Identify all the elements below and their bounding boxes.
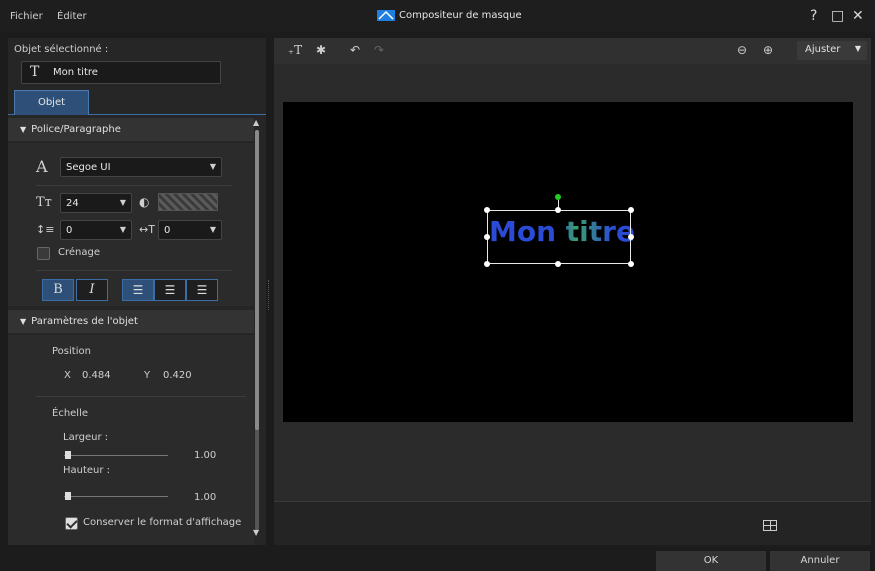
section-object-title: Paramètres de l'objet — [31, 316, 138, 327]
maximize-icon[interactable]: □ — [831, 6, 844, 26]
menu-editer[interactable]: Éditer — [57, 11, 87, 22]
position-x-label: X — [64, 370, 71, 381]
resize-handle-l[interactable] — [484, 234, 490, 240]
align-center-button[interactable]: ☰ — [154, 279, 186, 301]
bold-button[interactable]: B — [42, 279, 74, 301]
char-spacing-dropdown[interactable]: 0 ▼ — [158, 220, 222, 240]
height-label: Hauteur : — [63, 465, 111, 476]
zoom-dropdown[interactable]: Ajuster ▼ — [797, 41, 867, 60]
window-title: Compositeur de masque — [377, 10, 522, 21]
width-slider-thumb[interactable] — [65, 451, 71, 459]
scroll-up-icon[interactable]: ▲ — [253, 118, 259, 127]
redo-icon[interactable]: ↷ — [368, 40, 390, 60]
zoom-in-icon[interactable]: ⊕ — [757, 40, 779, 60]
kerning-label: Crénage — [58, 247, 100, 258]
menu-fichier[interactable]: Fichier — [10, 11, 43, 22]
section-object-body: Position X 0.484 Y 0.420 Échelle Largeur… — [8, 335, 254, 545]
keep-ratio-label: Conserver le format d'affichage — [83, 517, 242, 528]
undo-icon[interactable]: ↶ — [344, 40, 366, 60]
collapse-caret-icon: ▼ — [20, 125, 27, 134]
selected-object-value: Mon titre — [53, 67, 98, 78]
collapse-caret-icon: ▼ — [20, 317, 27, 326]
chevron-down-icon: ▼ — [119, 225, 126, 234]
selection-box[interactable] — [487, 210, 631, 264]
line-spacing-dropdown[interactable]: 0 ▼ — [60, 220, 132, 240]
section-font-body: A Segoe UI ▼ Tт 24 ▼ ◐ ↕≡ 0 ▼ ↔T 0 ▼ Cré… — [8, 143, 254, 306]
keep-ratio-checkbox[interactable] — [65, 517, 78, 530]
chevron-down-icon: ▼ — [119, 198, 126, 207]
font-family-icon: A — [36, 157, 48, 176]
scroll-down-icon[interactable]: ▼ — [253, 528, 259, 537]
text-object-icon: T — [30, 64, 40, 80]
resize-handle-tl[interactable] — [484, 207, 490, 213]
font-size-dropdown[interactable]: 24 ▼ — [60, 193, 132, 213]
add-text-icon[interactable]: ₊T — [284, 40, 306, 60]
height-slider-thumb[interactable] — [65, 492, 71, 500]
scale-label: Échelle — [52, 408, 89, 419]
window-title-text: Compositeur de masque — [399, 10, 522, 21]
app-logo-icon — [377, 10, 395, 21]
cancel-button[interactable]: Annuler — [770, 551, 870, 571]
selected-object-label: Objet sélectionné : — [14, 44, 109, 55]
chevron-down-icon: ▼ — [209, 162, 216, 171]
position-x-value[interactable]: 0.484 — [82, 370, 111, 381]
selected-object-field[interactable]: T Mon titre — [21, 61, 221, 84]
color-picker-icon[interactable]: ◐ — [139, 195, 149, 209]
scrollbar-thumb[interactable] — [255, 130, 259, 430]
divider — [36, 270, 232, 271]
zoom-value: Ajuster — [805, 44, 841, 55]
align-right-button[interactable]: ☰ — [186, 279, 218, 301]
chevron-down-icon: ▼ — [854, 44, 861, 53]
font-size-value: 24 — [66, 198, 79, 209]
font-family-dropdown[interactable]: Segoe UI ▼ — [60, 157, 222, 177]
section-object-header[interactable]: ▼ Paramètres de l'objet — [8, 310, 254, 333]
zoom-out-icon[interactable]: ⊖ — [731, 40, 753, 60]
char-spacing-value: 0 — [164, 225, 171, 236]
position-y-value[interactable]: 0.420 — [163, 370, 192, 381]
line-spacing-value: 0 — [66, 225, 73, 236]
align-right-icon: ☰ — [196, 283, 208, 297]
align-left-icon: ☰ — [132, 283, 144, 297]
width-value: 1.00 — [194, 450, 217, 461]
char-spacing-icon: ↔T — [139, 223, 155, 236]
italic-button[interactable]: I — [76, 279, 108, 301]
height-value: 1.00 — [194, 492, 217, 503]
ok-button[interactable]: OK — [656, 551, 766, 571]
resize-handle-br[interactable] — [628, 261, 634, 267]
help-icon[interactable]: ? — [810, 6, 817, 26]
preview-bottom-bar — [274, 501, 871, 545]
height-slider-track[interactable] — [64, 496, 168, 497]
chevron-down-icon: ▼ — [209, 225, 216, 234]
position-y-label: Y — [144, 370, 151, 381]
properties-scroll-area: ▼ Police/Paragraphe A Segoe UI ▼ Tт 24 ▼ … — [8, 118, 254, 545]
section-font-title: Police/Paragraphe — [31, 124, 121, 135]
divider — [36, 396, 246, 397]
safe-zone-grid-icon[interactable] — [763, 520, 777, 531]
align-center-icon: ☰ — [164, 283, 176, 297]
position-label: Position — [52, 346, 91, 357]
tab-objet[interactable]: Objet — [14, 90, 89, 115]
resize-handle-b[interactable] — [555, 261, 561, 267]
resize-handle-tr[interactable] — [628, 207, 634, 213]
add-particle-icon[interactable]: ✱ — [310, 40, 332, 60]
align-left-button[interactable]: ☰ — [122, 279, 154, 301]
close-icon[interactable]: ✕ — [852, 6, 864, 26]
kerning-checkbox[interactable] — [37, 247, 50, 260]
divider — [36, 185, 232, 186]
line-spacing-icon: ↕≡ — [36, 223, 55, 236]
resize-handle-r[interactable] — [628, 234, 634, 240]
width-slider-track[interactable] — [64, 455, 168, 456]
section-font-header[interactable]: ▼ Police/Paragraphe — [8, 118, 254, 141]
properties-scrollbar[interactable]: ▲ ▼ — [253, 118, 261, 538]
resize-handle-bl[interactable] — [484, 261, 490, 267]
color-swatch[interactable] — [158, 193, 218, 211]
panel-splitter[interactable] — [268, 280, 270, 310]
resize-handle-t[interactable] — [555, 207, 561, 213]
width-label: Largeur : — [63, 432, 109, 443]
font-size-icon: Tт — [36, 195, 52, 210]
font-family-value: Segoe UI — [66, 162, 111, 173]
